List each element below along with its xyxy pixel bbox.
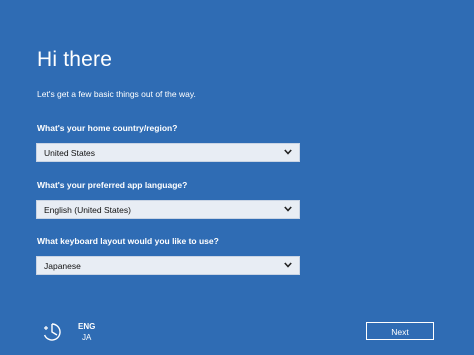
country-label: What's your home country/region? <box>37 123 178 133</box>
page-subtitle: Let's get a few basic things out of the … <box>37 89 196 99</box>
app-language-label: What's your preferred app language? <box>37 180 188 190</box>
keyboard-layout-value: Japanese <box>44 261 81 271</box>
ease-of-access-icon[interactable] <box>42 322 62 342</box>
input-language-secondary: JA <box>82 333 92 342</box>
page-title: Hi there <box>37 48 113 71</box>
keyboard-layout-dropdown[interactable]: Japanese <box>36 256 300 275</box>
country-dropdown[interactable]: United States <box>36 143 300 162</box>
chevron-down-icon <box>284 262 292 268</box>
input-language-primary: ENG <box>78 322 96 331</box>
keyboard-layout-label: What keyboard layout would you like to u… <box>37 236 219 246</box>
next-button[interactable]: Next <box>366 322 434 340</box>
input-language-indicator[interactable]: ENG JA <box>78 321 95 343</box>
chevron-down-icon <box>284 149 292 155</box>
country-value: United States <box>44 148 96 158</box>
app-language-dropdown[interactable]: English (United States) <box>36 200 300 219</box>
app-language-value: English (United States) <box>44 205 131 215</box>
chevron-down-icon <box>284 206 292 212</box>
setup-screen: Hi there Let's get a few basic things ou… <box>0 0 474 355</box>
